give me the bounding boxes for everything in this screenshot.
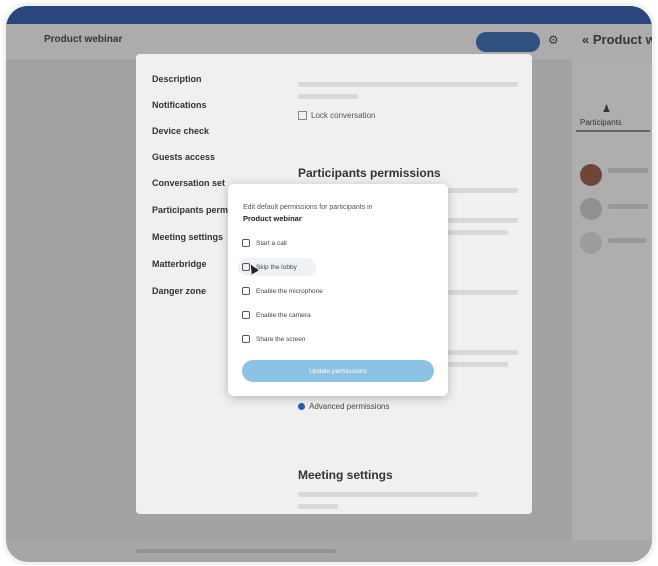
section-text <box>448 230 508 235</box>
section-text <box>448 218 518 223</box>
participants-permissions-heading: Participants permissions <box>298 166 441 180</box>
checkbox[interactable] <box>242 311 250 319</box>
permission-enable-microphone[interactable]: Enable the microphone <box>238 282 422 300</box>
dialog-conversation-name: Product webinar <box>243 214 302 223</box>
checkbox[interactable] <box>242 335 250 343</box>
update-permissions-button[interactable]: Update permissions <box>242 360 434 382</box>
nav-item-participants-permissions[interactable]: Participants perm <box>152 205 228 215</box>
radio-selected-icon[interactable] <box>298 403 305 411</box>
advanced-permissions-option[interactable]: Advanced permissions <box>298 402 389 411</box>
checkbox[interactable] <box>242 239 250 247</box>
section-text <box>448 362 508 367</box>
nav-item-device-check[interactable]: Device check <box>152 126 209 136</box>
section-text <box>298 504 338 509</box>
nav-item-conversation-settings[interactable]: Conversation set <box>152 178 225 188</box>
section-text <box>298 492 478 497</box>
nav-item-matterbridge[interactable]: Matterbridge <box>152 259 207 269</box>
checkbox[interactable] <box>242 287 250 295</box>
lock-conversation-row[interactable]: Lock conversation <box>298 111 375 121</box>
section-text <box>448 290 518 295</box>
app-window: Product webinar ⚙ « Product web ♟ Partic… <box>6 6 652 562</box>
nav-item-danger-zone[interactable]: Danger zone <box>152 286 206 296</box>
nav-item-meeting-settings[interactable]: Meeting settings <box>152 232 223 242</box>
meeting-settings-heading: Meeting settings <box>298 468 393 482</box>
nav-item-description[interactable]: Description <box>152 74 202 84</box>
dialog-description: Edit default permissions for participant… <box>243 204 373 211</box>
edit-permissions-dialog: Edit default permissions for participant… <box>228 184 448 396</box>
description-text <box>298 82 518 87</box>
nav-item-guests-access[interactable]: Guests access <box>152 152 215 162</box>
section-text <box>448 350 518 355</box>
nav-item-notifications[interactable]: Notifications <box>152 100 207 110</box>
permission-share-screen[interactable]: Share the screen <box>238 330 422 348</box>
lock-checkbox[interactable] <box>298 111 307 121</box>
permission-start-call[interactable]: Start a call <box>238 234 422 252</box>
description-text <box>298 94 358 99</box>
permission-enable-camera[interactable]: Enable the camera <box>238 306 422 324</box>
